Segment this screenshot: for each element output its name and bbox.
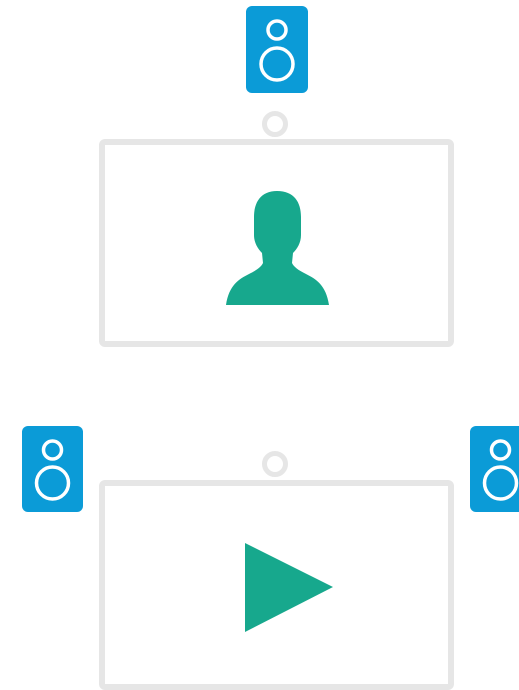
- display-screen: [99, 480, 454, 690]
- speaker-icon: [246, 6, 308, 93]
- speaker-icon: [470, 426, 519, 512]
- camera-icon: [262, 111, 288, 137]
- person-icon: [226, 191, 329, 305]
- speaker-glyph: [34, 439, 71, 501]
- speaker-glyph: [482, 439, 519, 501]
- speaker-icon: [22, 426, 83, 512]
- speaker-glyph: [259, 19, 295, 82]
- display-screen: [99, 139, 454, 347]
- camera-icon: [262, 451, 288, 477]
- play-icon: [245, 543, 333, 632]
